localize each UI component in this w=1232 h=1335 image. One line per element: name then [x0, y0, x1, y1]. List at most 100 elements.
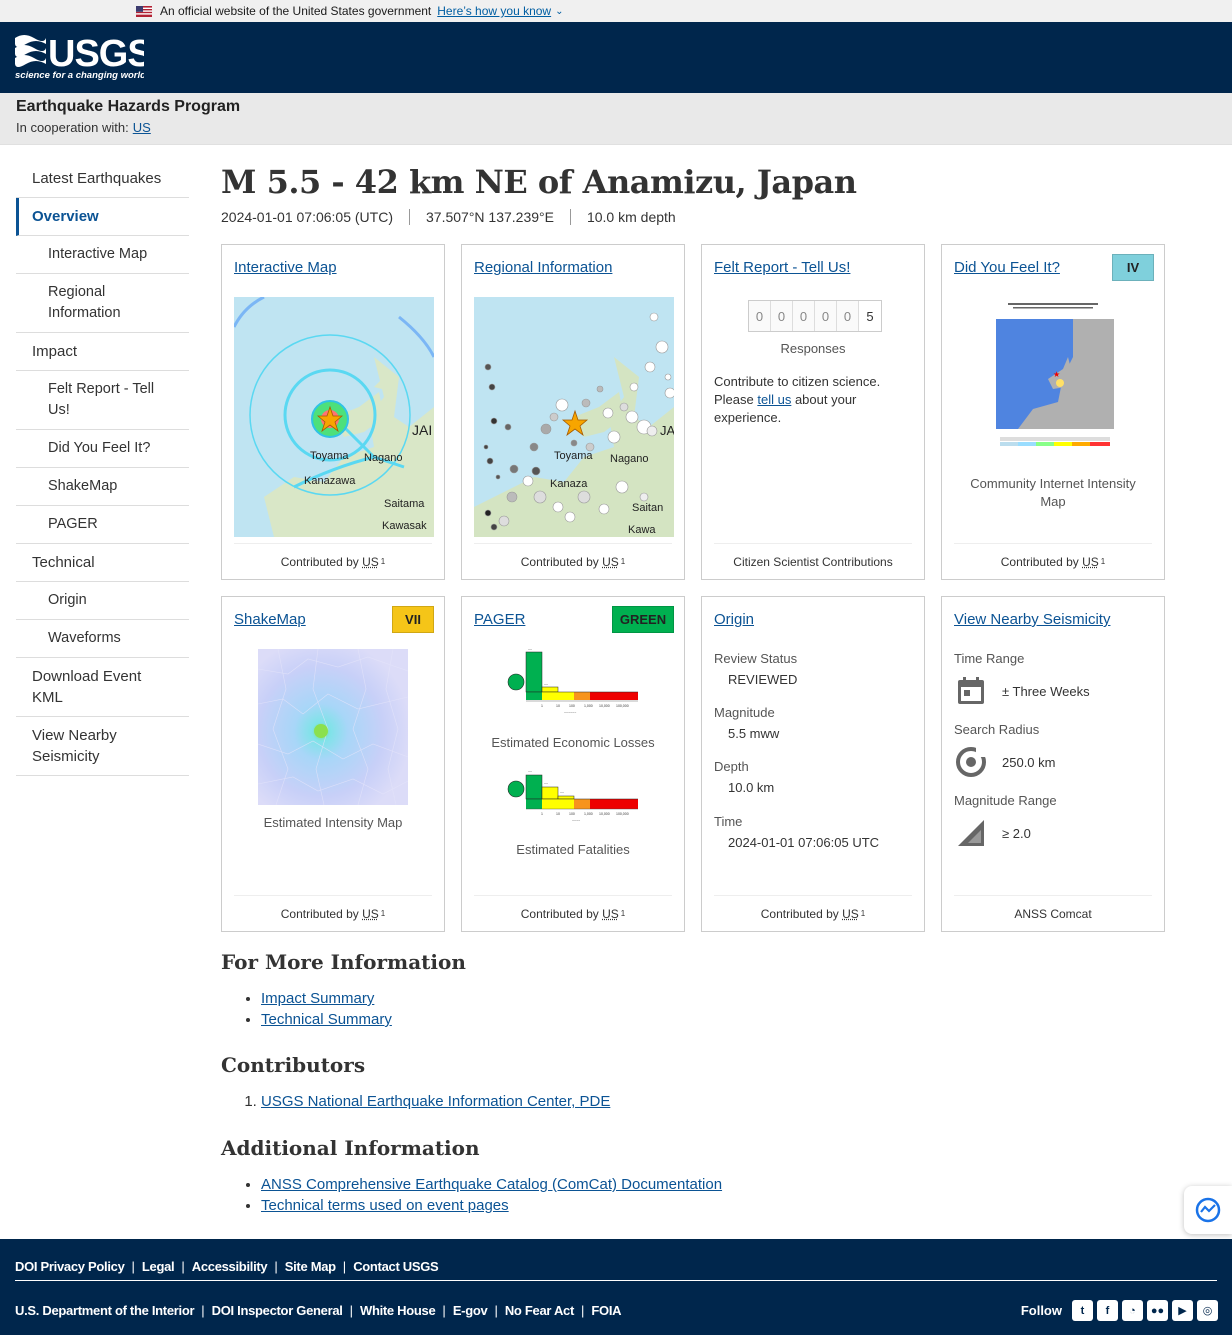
footer-link-u-s-department-of-the-interior[interactable]: U.S. Department of the Interior	[15, 1303, 195, 1318]
footer-link-no-fear-act[interactable]: No Fear Act	[505, 1303, 574, 1318]
facebook-icon[interactable]: f	[1097, 1300, 1118, 1321]
chevron-down-icon[interactable]: ⌄	[555, 6, 563, 17]
instagram-icon[interactable]: ◎	[1197, 1300, 1218, 1321]
sidebar-item-origin[interactable]: Origin	[16, 582, 189, 620]
sidebar-item-view-nearby-seismicity[interactable]: View Nearby Seismicity	[16, 717, 189, 776]
pager-link[interactable]: PAGER	[474, 611, 525, 628]
felt-report-link[interactable]: Felt Report - Tell Us!	[714, 259, 850, 276]
magnitude-range: Magnitude Range ≥ 2.0	[954, 793, 1057, 850]
felt-footer: Citizen Scientist Contributions	[714, 543, 912, 579]
footer-link-doi-privacy-policy[interactable]: DOI Privacy Policy	[15, 1259, 125, 1274]
pager-losses-histogram: ~~ ~~ 1 10 100 1,000 10,000 100,000 ~~~~~~	[507, 649, 638, 715]
earthquake-marker	[644, 361, 656, 373]
earthquake-marker	[625, 410, 639, 424]
impact-summary-link[interactable]: Impact Summary	[261, 990, 374, 1007]
cooperation-link[interactable]: US	[133, 120, 151, 135]
regional-map-thumbnail[interactable]: Toyama Nagano Kanaza Saitan Kawa JA	[474, 297, 674, 537]
footer-link-site-map[interactable]: Site Map	[285, 1259, 336, 1274]
gov-banner-link[interactable]: Here’s how you know	[437, 4, 551, 18]
shakemap-thumbnail[interactable]	[258, 649, 408, 805]
footer-links-secondary: U.S. Department of the Interior | DOI Insp…	[15, 1303, 622, 1318]
earthquake-marker	[596, 385, 604, 393]
technical-terms-link[interactable]: Technical terms used on event pages	[261, 1197, 509, 1214]
interactive-map-link[interactable]: Interactive Map	[234, 259, 337, 276]
tell-us-link[interactable]: tell us	[757, 392, 791, 407]
earthquake-marker	[639, 492, 649, 502]
sidebar-nav: Latest Earthquakes Overview Interactive Ma…	[16, 160, 189, 776]
card-did-you-feel-it: Did You Feel It? IV ★ Community Internet…	[941, 244, 1165, 580]
nearby-seismicity-link[interactable]: View Nearby Seismicity	[954, 611, 1110, 628]
map-label-saitama: Saitama	[384, 498, 425, 510]
contributor-link[interactable]: USGS National Earthquake Information Cen…	[261, 1093, 610, 1110]
sidebar-item-impact[interactable]: Impact	[16, 333, 189, 371]
footer-links-primary: DOI Privacy Policy | Legal | Accessibility | S…	[15, 1259, 439, 1274]
sidebar-item-waveforms[interactable]: Waveforms	[16, 620, 189, 658]
shakemap-link[interactable]: ShakeMap	[234, 611, 306, 628]
program-bar: Earthquake Hazards Program In cooperatio…	[0, 93, 1232, 145]
footer-link-contact-usgs[interactable]: Contact USGS	[353, 1259, 439, 1274]
more-info-list: Impact Summary Technical Summary	[221, 988, 466, 1030]
footer-link-white-house[interactable]: White House	[360, 1303, 436, 1318]
earthquake-marker	[629, 382, 639, 392]
earthquake-marker	[598, 503, 610, 515]
twitter-icon[interactable]: t	[1072, 1300, 1093, 1321]
svg-text:~~: ~~	[544, 782, 548, 786]
comcat-docs-link[interactable]: ANSS Comprehensive Earthquake Catalog (C…	[261, 1176, 722, 1193]
floating-assistant-button[interactable]	[1184, 1186, 1232, 1234]
search-radius: Search Radius 250.0 km	[954, 722, 1055, 779]
footer-link-e-gov[interactable]: E-gov	[453, 1303, 488, 1318]
svg-text:100,000: 100,000	[616, 812, 629, 816]
earthquake-marker	[509, 464, 519, 474]
map-label-japan: JAI	[412, 422, 432, 438]
dyfi-map-thumbnail[interactable]: ★	[978, 297, 1128, 457]
svg-text:~~: ~~	[528, 770, 532, 774]
interactive-map-thumbnail[interactable]: Toyama Nagano Kanazawa Saitama Kawasak J…	[234, 297, 434, 537]
youtube-icon[interactable]: ▶	[1172, 1300, 1193, 1321]
sidebar-item-overview[interactable]: Overview	[16, 198, 189, 236]
sidebar-item-download-event-kml[interactable]: Download Event KML	[16, 658, 189, 717]
earthquake-marker	[570, 439, 578, 447]
footer-separator: |	[581, 1303, 585, 1318]
svg-text:1,000: 1,000	[584, 812, 593, 816]
footer-separator: |	[181, 1259, 185, 1274]
svg-text:100,000: 100,000	[616, 704, 629, 708]
github-icon[interactable]: ◔	[1122, 1300, 1143, 1321]
dyfi-caption: Community Internet Intensity Map	[970, 476, 1136, 509]
svg-text:1: 1	[541, 812, 543, 816]
event-depth: 10.0 km depth	[569, 209, 692, 225]
earthquake-marker	[602, 407, 614, 419]
technical-summary-link[interactable]: Technical Summary	[261, 1011, 392, 1028]
sidebar-item-latest-earthquakes[interactable]: Latest Earthquakes	[16, 160, 189, 198]
origin-link[interactable]: Origin	[714, 611, 754, 628]
svg-text:★: ★	[1053, 370, 1060, 379]
earthquake-marker	[607, 430, 621, 444]
assistant-icon	[1195, 1197, 1221, 1223]
sidebar-item-felt-report-tell-us[interactable]: Felt Report - Tell Us!	[16, 371, 189, 430]
flickr-icon[interactable]: ●●	[1147, 1300, 1168, 1321]
more-info-section: For More Information Impact Summary Tech…	[221, 950, 466, 1030]
site-footer: DOI Privacy Policy | Legal | Accessibility | S…	[0, 1239, 1232, 1335]
contributor-footer: Contributed by US 1	[714, 895, 912, 931]
usgs-logo[interactable]: USGS science for a changing world	[14, 30, 144, 82]
footer-link-accessibility[interactable]: Accessibility	[192, 1259, 268, 1274]
sidebar-item-shakemap[interactable]: ShakeMap	[16, 468, 189, 506]
footer-link-foia[interactable]: FOIA	[591, 1303, 621, 1318]
additional-info-list: ANSS Comprehensive Earthquake Catalog (C…	[221, 1174, 722, 1216]
sidebar-item-did-you-feel-it[interactable]: Did You Feel It?	[16, 430, 189, 468]
footer-link-legal[interactable]: Legal	[142, 1259, 175, 1274]
dyfi-link[interactable]: Did You Feel It?	[954, 259, 1060, 276]
footer-link-doi-inspector-general[interactable]: DOI Inspector General	[212, 1303, 343, 1318]
more-info-heading: For More Information	[221, 950, 466, 974]
event-time: 2024-01-01 07:06:05 (UTC)	[221, 209, 393, 225]
intensity-badge: IV	[1112, 254, 1154, 281]
cooperation-label: In cooperation with:	[16, 120, 129, 135]
footer-separator: |	[131, 1259, 135, 1274]
sidebar-item-technical[interactable]: Technical	[16, 544, 189, 582]
sidebar-item-pager[interactable]: PAGER	[16, 506, 189, 544]
regional-information-link[interactable]: Regional Information	[474, 259, 612, 276]
seismicity-footer: ANSS Comcat	[954, 895, 1152, 931]
sidebar-item-interactive-map[interactable]: Interactive Map	[16, 236, 189, 274]
sidebar-item-regional-information[interactable]: Regional Information	[16, 274, 189, 333]
contributors-section: Contributors USGS National Earthquake In…	[221, 1053, 610, 1112]
svg-text:100: 100	[569, 812, 575, 816]
